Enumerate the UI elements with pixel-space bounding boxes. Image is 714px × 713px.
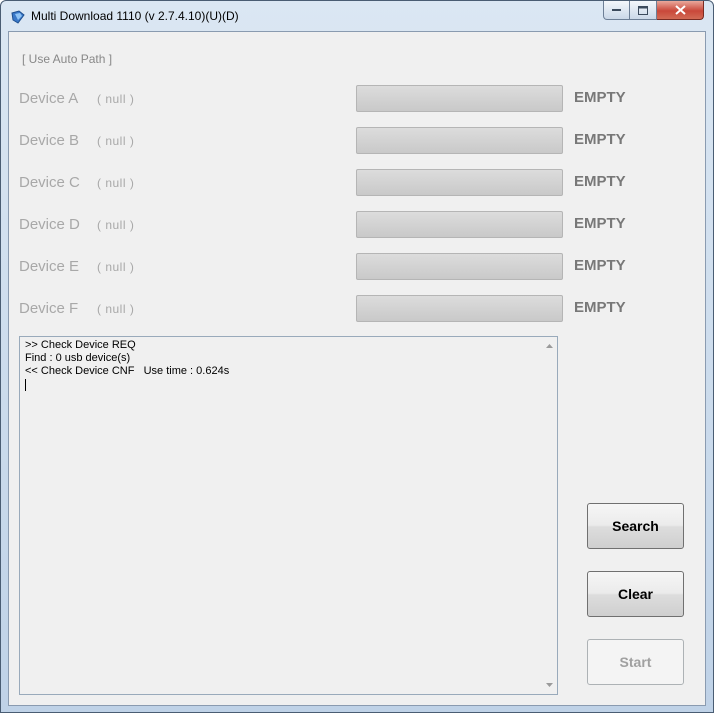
log-line: >> Check Device REQ [25,339,136,351]
device-progress-bar [356,211,563,238]
device-status: EMPTY [574,299,626,316]
device-row-e: Device E ( null ) EMPTY [9,251,705,281]
auto-path-label[interactable]: [ Use Auto Path ] [22,52,112,66]
clear-button[interactable]: Clear [587,571,684,617]
main-panel: [ Use Auto Path ] Device A ( null ) EMPT… [8,31,706,706]
close-button[interactable] [657,1,704,20]
device-row-b: Device B ( null ) EMPTY [9,125,705,155]
maximize-button[interactable] [630,1,657,20]
device-status: EMPTY [574,173,626,190]
minimize-button[interactable] [603,1,630,20]
device-name: Device F [19,300,79,317]
window-title: Multi Download 1110 (v 2.7.4.10)(U)(D) [31,9,239,23]
device-name: Device E [19,258,80,275]
caption-buttons [603,1,704,21]
title-bar[interactable]: Multi Download 1110 (v 2.7.4.10)(U)(D) [1,1,713,31]
text-caret [25,379,26,391]
device-status: EMPTY [574,89,626,106]
scroll-down-button[interactable] [544,681,554,689]
device-row-d: Device D ( null ) EMPTY [9,209,705,239]
log-line: << Check Device CNF Use time : 0.624s [25,365,230,377]
scroll-up-arrow-icon [545,344,553,348]
minimize-icon [612,9,621,11]
device-port: ( null ) [97,92,135,106]
device-status: EMPTY [574,131,626,148]
device-row-f: Device F ( null ) EMPTY [9,293,705,323]
device-row-a: Device A ( null ) EMPTY [9,83,705,113]
start-button[interactable]: Start [587,639,684,685]
device-status: EMPTY [574,215,626,232]
device-name: Device B [19,132,80,149]
maximize-icon [638,5,648,15]
device-name: Device D [19,216,80,233]
device-progress-bar [356,85,563,112]
log-line: Find : 0 usb device(s) [25,352,131,364]
device-port: ( null ) [97,134,135,148]
log-textarea[interactable]: >> Check Device REQ Find : 0 usb device(… [19,336,558,695]
close-icon [674,5,686,15]
log-content: >> Check Device REQ Find : 0 usb device(… [25,339,229,391]
device-progress-bar [356,169,563,196]
search-button[interactable]: Search [587,503,684,549]
device-port: ( null ) [97,176,135,190]
device-port: ( null ) [97,218,135,232]
app-window: Multi Download 1110 (v 2.7.4.10)(U)(D) [… [0,0,714,713]
device-port: ( null ) [97,260,135,274]
scroll-down-arrow-icon [545,683,553,687]
device-name: Device A [19,90,79,107]
device-status: EMPTY [574,257,626,274]
device-name: Device C [19,174,80,191]
device-port: ( null ) [97,302,135,316]
device-progress-bar [356,253,563,280]
device-progress-bar [356,127,563,154]
scroll-up-button[interactable] [544,342,554,350]
app-logo-icon [11,10,25,24]
device-row-c: Device C ( null ) EMPTY [9,167,705,197]
device-progress-bar [356,295,563,322]
